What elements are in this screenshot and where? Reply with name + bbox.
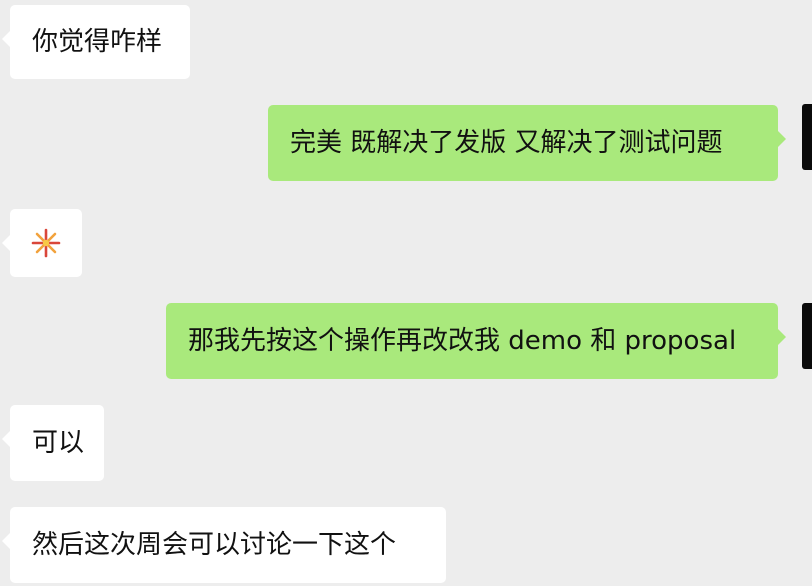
fireworks-emoji-icon bbox=[31, 228, 61, 258]
message-text: 可以 bbox=[32, 428, 85, 458]
message-text: 你觉得咋样 bbox=[32, 27, 163, 57]
message-incoming[interactable]: 你觉得咋样 bbox=[2, 5, 190, 79]
message-text: 完美 既解决了发版 又解决了测试问题 bbox=[290, 128, 723, 158]
message-incoming[interactable]: 然后这次周会可以讨论一下这个 bbox=[2, 507, 446, 583]
message-text: 那我先按这个操作再改改我 demo 和 proposal bbox=[188, 326, 737, 356]
message-text: 然后这次周会可以讨论一下这个 bbox=[32, 530, 397, 560]
avatar[interactable] bbox=[802, 303, 812, 369]
message-outgoing[interactable]: 那我先按这个操作再改改我 demo 和 proposal bbox=[166, 303, 786, 379]
message-incoming[interactable]: 可以 bbox=[2, 405, 104, 481]
avatar[interactable] bbox=[802, 104, 812, 170]
message-outgoing[interactable]: 完美 既解决了发版 又解决了测试问题 bbox=[268, 105, 786, 181]
chat-area: 你觉得咋样 完美 既解决了发版 又解决了测试问题 那我先按这个操作再改改我 de… bbox=[0, 0, 812, 586]
message-incoming[interactable] bbox=[2, 209, 82, 277]
